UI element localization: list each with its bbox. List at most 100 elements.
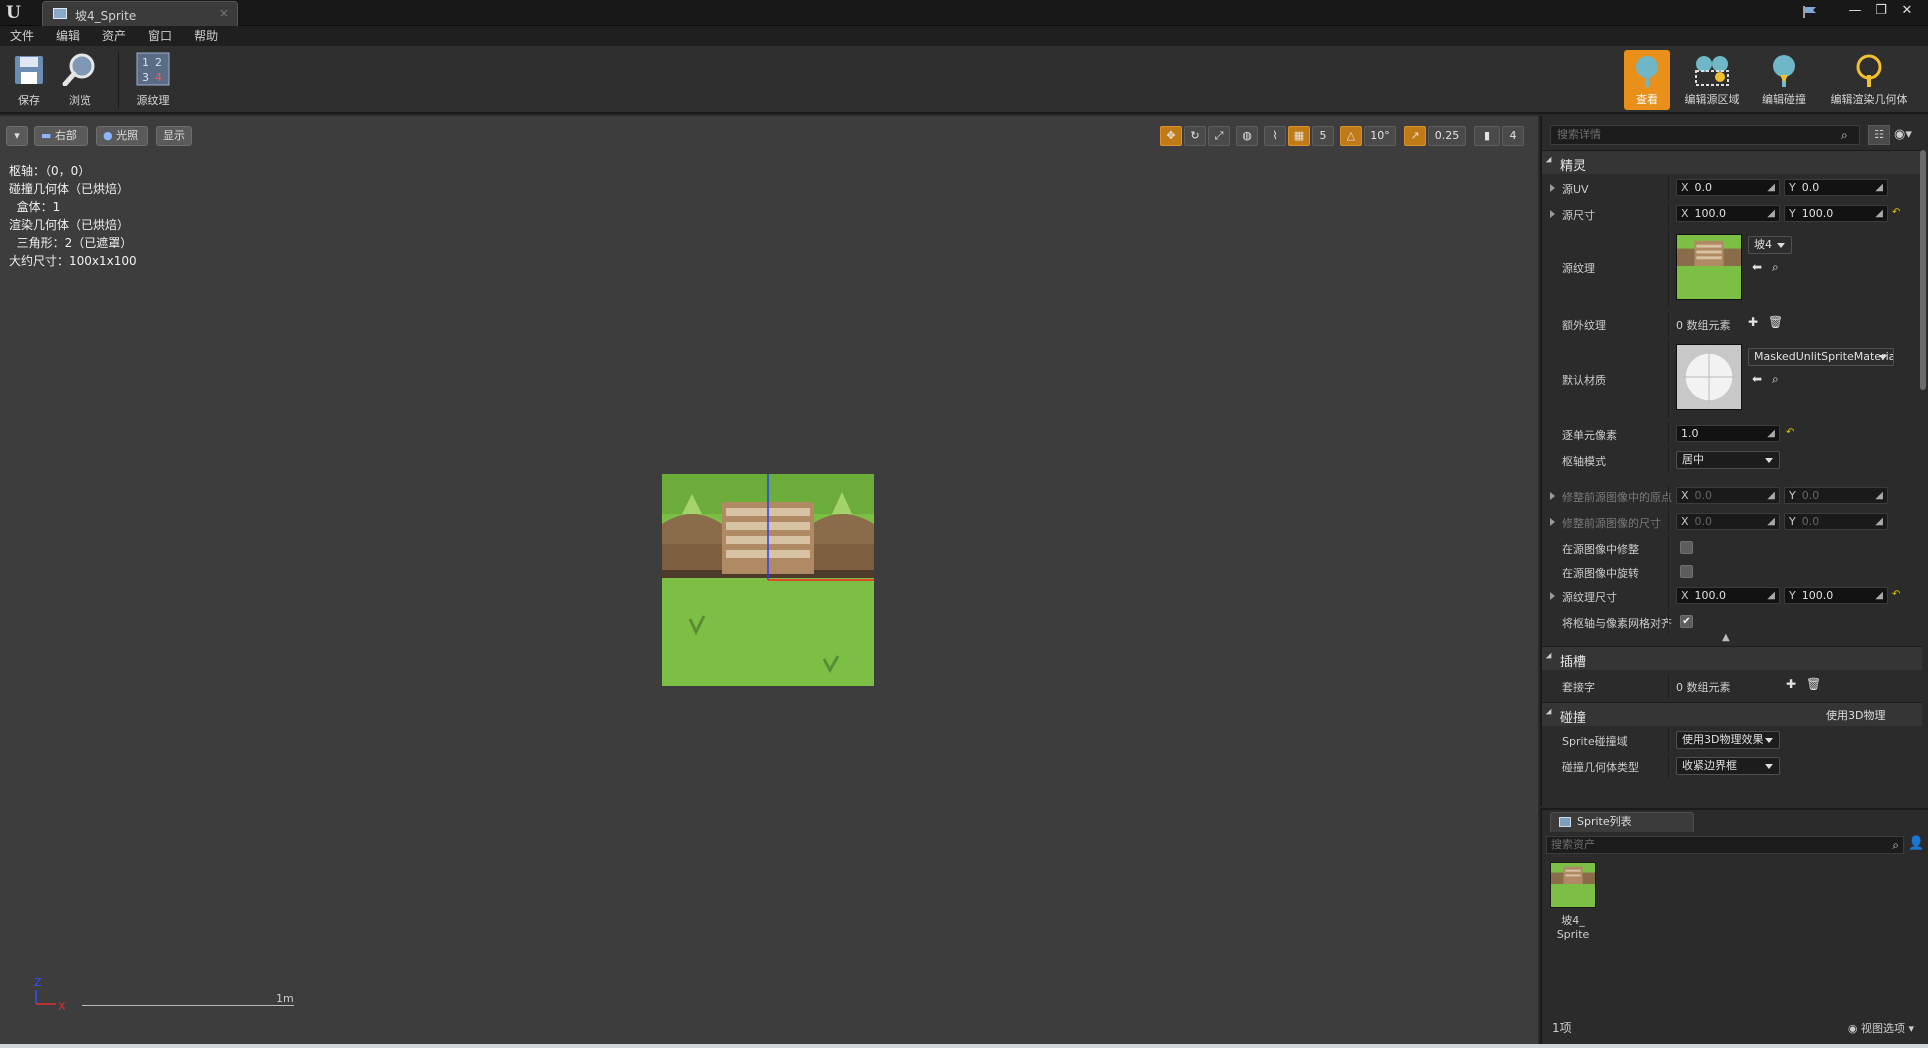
translate-tool-icon[interactable]: ✥ bbox=[1160, 126, 1182, 146]
scale-snap-value[interactable]: 0.25 bbox=[1428, 126, 1466, 146]
source-dim-x-input[interactable]: X 100.0 ◢ bbox=[1676, 205, 1780, 222]
grid-snap-icon[interactable]: ▦ bbox=[1288, 126, 1310, 146]
category-sockets[interactable]: 插槽 bbox=[1542, 646, 1922, 670]
scale-snap-icon[interactable]: ↗ bbox=[1404, 126, 1426, 146]
sprite-asset-icon bbox=[53, 8, 67, 19]
svg-text:3: 3 bbox=[142, 71, 149, 84]
world-local-icon[interactable]: ◍ bbox=[1236, 126, 1258, 146]
collision-domain-dropdown[interactable]: 使用3D物理效果 bbox=[1676, 731, 1780, 749]
property-matrix-icon[interactable]: ☷ bbox=[1868, 125, 1890, 145]
pixels-per-unit-input[interactable]: 1.0 ◢ bbox=[1676, 425, 1780, 442]
grid-snap-value[interactable]: 5 bbox=[1312, 126, 1334, 146]
delete-sockets-icon[interactable]: 🗑 bbox=[1806, 677, 1821, 691]
source-texture-thumbnail[interactable] bbox=[1676, 234, 1742, 300]
texture-dim-x-input[interactable]: X 100.0 ◢ bbox=[1676, 587, 1780, 604]
row-sockets: 套接字 0 数组元素 ✚ 🗑 bbox=[1542, 674, 1922, 698]
trimmed-checkbox[interactable] bbox=[1680, 541, 1693, 554]
lit-mode-button[interactable]: ● 光照 bbox=[96, 126, 148, 146]
close-window-button[interactable]: ✕ bbox=[1896, 2, 1918, 20]
edit-render-geometry-icon bbox=[1856, 54, 1882, 87]
source-dim-y-input[interactable]: Y 100.0 ◢ bbox=[1784, 205, 1888, 222]
source-uv-x-input[interactable]: X 0.0 ◢ bbox=[1676, 179, 1780, 196]
view-mode-right-button[interactable]: ▬ 右部 bbox=[34, 126, 88, 146]
category-sprite[interactable]: 精灵 bbox=[1542, 150, 1922, 174]
save-button[interactable]: 保存 bbox=[8, 50, 50, 110]
viewport-menu-button[interactable]: ▾ bbox=[6, 126, 28, 146]
rotation-snap-value[interactable]: 10° bbox=[1364, 126, 1396, 146]
unreal-logo-icon[interactable]: U bbox=[6, 3, 28, 23]
column-divider bbox=[1668, 674, 1669, 698]
expand-arrow-icon[interactable] bbox=[1550, 492, 1555, 500]
expand-arrow-icon[interactable] bbox=[1550, 184, 1555, 192]
row-pixels-per-unit: 逐单元像素 1.0 ◢ ↶ bbox=[1542, 422, 1922, 446]
use-selected-arrow-icon[interactable]: ⬅ bbox=[1752, 372, 1762, 386]
details-search-input[interactable]: 搜索详情 ⌕ bbox=[1550, 125, 1860, 145]
expand-arrow-icon[interactable] bbox=[1550, 592, 1555, 600]
edit-render-geometry-button[interactable]: 编辑渲染几何体 bbox=[1824, 50, 1914, 110]
column-divider bbox=[1668, 610, 1669, 634]
filter-person-icon[interactable]: 👤 bbox=[1908, 836, 1924, 851]
rotate-tool-icon[interactable]: ↻ bbox=[1184, 126, 1206, 146]
close-tab-icon[interactable]: × bbox=[219, 6, 229, 20]
add-element-icon[interactable]: ✚ bbox=[1748, 315, 1758, 329]
reset-to-default-icon[interactable]: ↶ bbox=[1892, 589, 1900, 600]
view-mode-button[interactable]: 查看 bbox=[1624, 50, 1670, 110]
show-flags-button[interactable]: 显示 bbox=[156, 126, 192, 146]
scale-tool-icon[interactable]: ⤢ bbox=[1208, 126, 1230, 146]
rotation-snap-icon[interactable]: △ bbox=[1340, 126, 1362, 146]
column-divider bbox=[1668, 560, 1669, 584]
source-uv-y-input[interactable]: Y 0.0 ◢ bbox=[1784, 179, 1888, 196]
texture-dim-y-input[interactable]: Y 100.0 ◢ bbox=[1784, 587, 1888, 604]
asset-search-input[interactable]: 搜索资产 ⌕ bbox=[1546, 836, 1904, 854]
edit-source-region-button[interactable]: 编辑源区域 bbox=[1682, 50, 1742, 110]
search-icon[interactable]: ⌕ bbox=[1841, 128, 1855, 142]
origin-y-input: Y 0.0 ◢ bbox=[1784, 487, 1888, 504]
delete-elements-icon[interactable]: 🗑 bbox=[1768, 315, 1783, 329]
column-divider bbox=[1668, 228, 1669, 308]
sprite-viewport[interactable]: ▾ ▬ 右部 ● 光照 显示 ✥ ↻ ⤢ ◍ ⌇ ▦ 5 △ 10° ↗ 0.2… bbox=[0, 116, 1538, 1048]
sprite-asset-tile[interactable] bbox=[1550, 862, 1596, 908]
source-texture-button[interactable]: 1 2 3 4 源纹理 bbox=[130, 50, 176, 110]
browse-asset-icon[interactable]: ⌕ bbox=[1772, 260, 1779, 275]
sprite-list-tab[interactable]: Sprite列表 bbox=[1550, 812, 1694, 832]
notification-flag-icon[interactable] bbox=[1802, 5, 1818, 19]
minimize-button[interactable]: — bbox=[1844, 2, 1866, 20]
browse-button[interactable]: 浏览 bbox=[58, 50, 102, 110]
menu-window[interactable]: 窗口 bbox=[148, 26, 172, 46]
default-material-thumbnail[interactable] bbox=[1676, 344, 1742, 410]
menu-help[interactable]: 帮助 bbox=[194, 26, 218, 46]
category-collision[interactable]: 碰撞 使用3D物理 bbox=[1542, 702, 1922, 726]
view-options-eye-icon[interactable]: ◉▾ bbox=[1894, 125, 1924, 145]
rotated-checkbox[interactable] bbox=[1680, 565, 1693, 578]
default-material-picker[interactable]: MaskedUnlitSpriteMateria bbox=[1748, 348, 1894, 366]
menu-edit[interactable]: 编辑 bbox=[56, 26, 80, 46]
pivot-mode-dropdown[interactable]: 居中 bbox=[1676, 451, 1780, 469]
source-texture-picker[interactable]: 坡4 bbox=[1748, 236, 1792, 254]
sprite-preview[interactable] bbox=[662, 474, 874, 686]
toolbar: 保存 浏览 1 2 3 4 源纹理 查看 编辑源区域 编辑碰撞 编辑渲染几何体 bbox=[0, 46, 1928, 114]
reset-to-default-icon[interactable]: ↶ bbox=[1892, 207, 1900, 218]
expand-arrow-icon[interactable] bbox=[1550, 210, 1555, 218]
document-tab[interactable]: 坡4_Sprite × bbox=[42, 1, 238, 26]
maximize-button[interactable]: ❐ bbox=[1870, 2, 1892, 20]
reset-to-default-icon[interactable]: ↶ bbox=[1786, 427, 1794, 438]
edit-collision-button[interactable]: 编辑碰撞 bbox=[1756, 50, 1812, 110]
row-source-uv: 源UV X 0.0 ◢ Y 0.0 ◢ bbox=[1542, 176, 1922, 200]
column-divider bbox=[1668, 728, 1669, 752]
browse-asset-icon[interactable]: ⌕ bbox=[1772, 372, 1779, 387]
snap-pivot-checkbox[interactable]: ✔ bbox=[1680, 615, 1693, 628]
search-icon[interactable]: ⌕ bbox=[1892, 838, 1899, 852]
surface-snap-icon[interactable]: ⌇ bbox=[1264, 126, 1286, 146]
collision-geometry-dropdown[interactable]: 收紧边界框 bbox=[1676, 757, 1780, 775]
camera-speed-value[interactable]: 4 bbox=[1502, 126, 1524, 146]
collapse-advanced-arrow-icon[interactable]: ▲ bbox=[1722, 632, 1736, 643]
menu-file[interactable]: 文件 bbox=[10, 26, 34, 46]
details-scrollbar[interactable] bbox=[1920, 150, 1926, 390]
view-options-button[interactable]: ◉ 视图选项 ▾ bbox=[1848, 1020, 1914, 1036]
camera-speed-icon[interactable]: ▮ bbox=[1474, 126, 1500, 146]
add-socket-icon[interactable]: ✚ bbox=[1786, 677, 1796, 691]
menu-asset[interactable]: 资产 bbox=[102, 26, 126, 46]
expand-arrow-icon[interactable] bbox=[1550, 518, 1555, 526]
row-source-dimension: 源尺寸 X 100.0 ◢ Y 100.0 ◢ ↶ bbox=[1542, 202, 1922, 226]
use-selected-arrow-icon[interactable]: ⬅ bbox=[1752, 260, 1762, 274]
